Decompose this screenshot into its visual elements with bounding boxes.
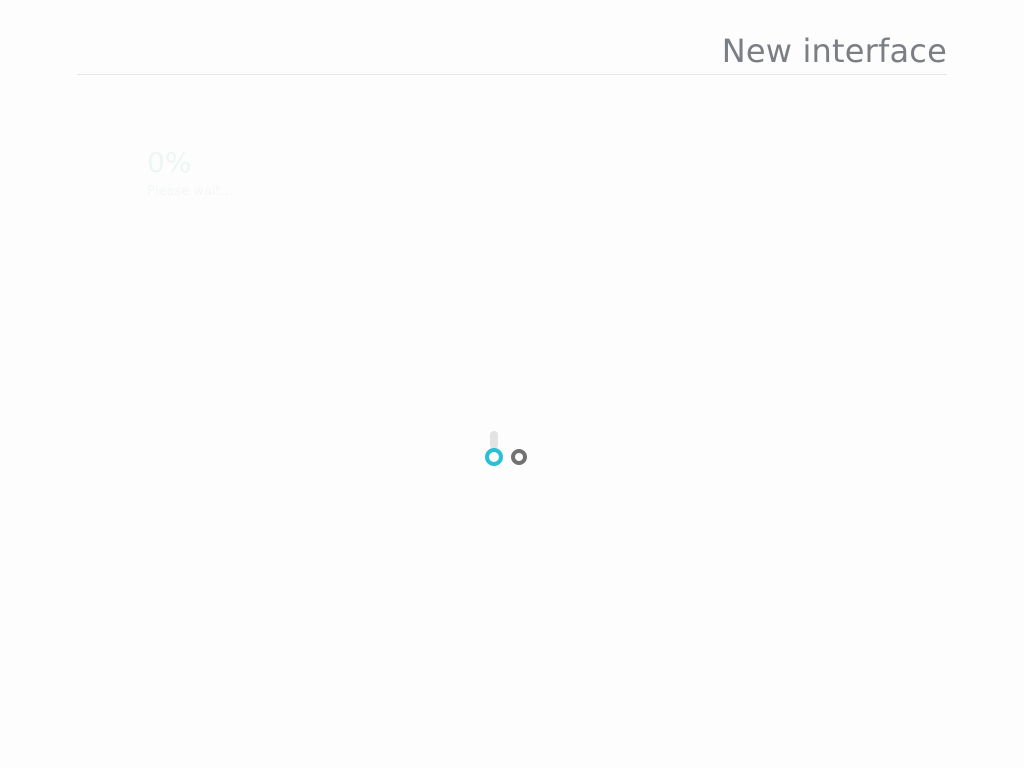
page: New interface 0% Please wait... (0, 0, 1024, 768)
header: New interface (77, 28, 947, 75)
progress-indicator: 0% Please wait... (147, 146, 407, 216)
progress-percent: 0% (147, 146, 192, 179)
spinner-ring-primary (485, 448, 503, 466)
page-title: New interface (721, 32, 947, 70)
spinner-handle (490, 431, 498, 449)
progress-label: Please wait... (147, 184, 234, 199)
loading-spinner-icon (484, 429, 532, 471)
spinner-ring-secondary (511, 449, 527, 465)
